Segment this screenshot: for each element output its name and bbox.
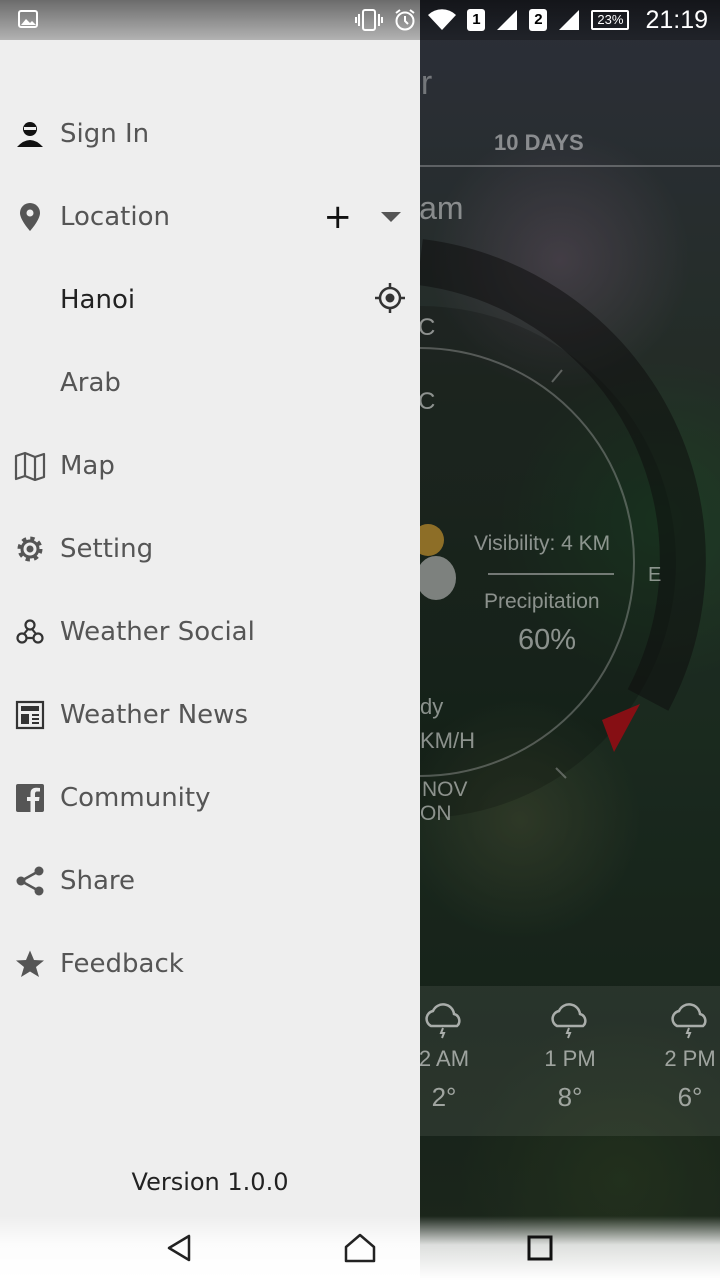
alarm-icon — [395, 9, 416, 31]
menu-label: Weather News — [60, 699, 248, 730]
star-icon — [14, 948, 46, 980]
recent-apps-icon — [527, 1235, 553, 1261]
add-location-button[interactable]: + — [324, 200, 353, 234]
sim1-badge: 1 — [467, 9, 486, 31]
date-fragment-2: ON — [420, 802, 452, 825]
menu-item-weather-news[interactable]: Weather News — [0, 673, 420, 756]
forecast-item: 1 PM 8° — [520, 986, 620, 1113]
menu-item-community[interactable]: Community — [0, 756, 420, 839]
hourly-forecast-strip[interactable]: 2 AM 2° 1 PM 8° 2 PM 6° — [419, 986, 720, 1136]
location-pin-icon — [14, 201, 46, 233]
navigation-drawer: Sign In Location + Hanoi Arab Map Settin… — [0, 0, 420, 1280]
sim2-badge: 2 — [529, 9, 548, 31]
precipitation-label: Precipitation — [484, 590, 600, 613]
clock: 21:19 — [645, 5, 708, 34]
signal-icon — [497, 10, 518, 30]
battery-icon: 23% — [591, 10, 630, 30]
menu-item-map[interactable]: Map — [0, 424, 420, 507]
location-item-arab[interactable]: Arab — [0, 341, 420, 424]
version-label: Version 1.0.0 — [131, 1168, 289, 1196]
menu-item-weather-social[interactable]: Weather Social — [0, 590, 420, 673]
visibility-label: Visibility: 4 KM — [474, 532, 611, 555]
location-item-hanoi[interactable]: Hanoi — [0, 258, 420, 341]
my-location-icon[interactable] — [374, 282, 406, 318]
forecast-temp: 6° — [677, 1082, 703, 1112]
menu-label: Hanoi — [60, 284, 136, 315]
system-navigation-bar — [0, 1216, 720, 1280]
menu-item-location[interactable]: Location + — [0, 175, 420, 258]
rain-cloud-icon — [671, 1003, 707, 1039]
menu-label: Community — [60, 782, 211, 813]
news-icon — [14, 699, 46, 731]
chevron-down-icon[interactable] — [380, 211, 402, 223]
menu-label: Map — [60, 450, 115, 481]
menu-item-sign-in[interactable]: Sign In — [0, 92, 420, 175]
tab-divider — [420, 165, 720, 167]
wifi-icon — [428, 9, 457, 31]
menu-item-feedback[interactable]: Feedback — [0, 922, 420, 1005]
signal-icon — [559, 10, 580, 30]
back-button[interactable] — [162, 1230, 198, 1266]
image-icon — [18, 10, 38, 28]
map-icon — [14, 450, 46, 482]
home-icon — [344, 1233, 376, 1263]
facebook-icon — [14, 782, 46, 814]
recent-apps-button[interactable] — [522, 1230, 558, 1266]
forecast-time: 1 PM — [544, 1046, 596, 1071]
menu-label: Location — [60, 201, 170, 232]
forecast-temp: 8° — [557, 1082, 583, 1112]
forecast-item: 2 PM 6° — [640, 986, 720, 1113]
menu-label: Share — [60, 865, 136, 896]
rain-cloud-icon — [425, 1003, 461, 1039]
menu-label: Sign In — [60, 118, 150, 149]
battery-level: 23% — [591, 10, 630, 30]
menu-label: Weather Social — [60, 616, 255, 647]
temperature-fragment-1: C — [418, 314, 436, 341]
vibrate-icon — [355, 9, 384, 31]
forecast-time: 2 PM — [664, 1046, 716, 1071]
precipitation-value: 60% — [518, 624, 577, 656]
home-button[interactable] — [342, 1230, 378, 1266]
share-icon — [14, 865, 46, 897]
menu-label: Arab — [60, 367, 121, 398]
compass-east-label: E — [648, 564, 662, 586]
menu-item-setting[interactable]: Setting — [0, 507, 420, 590]
menu-item-share[interactable]: Share — [0, 839, 420, 922]
rain-cloud-icon — [551, 1003, 587, 1039]
user-icon — [14, 118, 46, 150]
tab-10-days[interactable]: 10 DAYS — [494, 130, 584, 156]
back-icon — [167, 1234, 191, 1262]
status-bar: 1 2 23% 21:19 — [0, 0, 720, 40]
condition-fragment: dy — [420, 694, 444, 719]
social-icon — [14, 616, 46, 648]
menu-label: Setting — [60, 533, 154, 564]
menu-label: Feedback — [60, 948, 184, 979]
temperature-fragment-2: C — [418, 388, 436, 415]
wind-speed-fragment: KM/H — [420, 728, 475, 753]
gear-icon — [14, 533, 46, 565]
date-fragment-1: NOV — [422, 778, 468, 801]
